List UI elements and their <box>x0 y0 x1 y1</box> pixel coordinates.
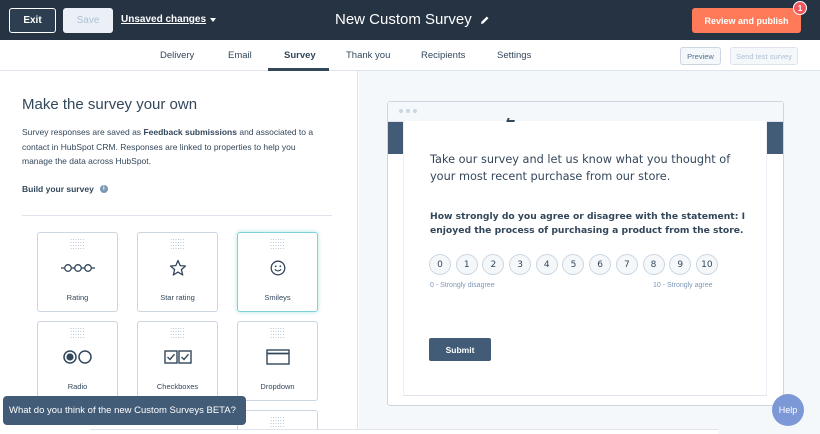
header-band-right <box>767 122 783 154</box>
caret-down-icon <box>210 17 217 22</box>
review-and-publish-button[interactable]: Review and publish <box>692 8 801 33</box>
question-card-dropdown[interactable]: :::::::::::: Dropdown <box>237 321 318 401</box>
scale-option-8[interactable]: 8 <box>642 254 665 275</box>
help-button[interactable]: Help <box>772 394 804 426</box>
beta-feedback-prompt[interactable]: What do you think of the new Custom Surv… <box>3 396 246 425</box>
bottom-panel-edge <box>90 429 718 434</box>
pencil-icon[interactable] <box>480 15 490 25</box>
editor-panel: Make the survey your own Survey response… <box>0 71 358 434</box>
unsaved-changes-dropdown[interactable]: Unsaved changes <box>121 14 217 25</box>
scale-option-10[interactable]: 10 <box>695 254 718 275</box>
browser-bar <box>388 102 783 122</box>
scale-option-3[interactable]: 3 <box>509 254 532 275</box>
unsaved-changes-label: Unsaved changes <box>121 14 207 25</box>
submit-button[interactable]: Submit <box>429 338 491 361</box>
card-label: Rating <box>66 293 89 302</box>
info-icon[interactable]: i <box>99 185 108 193</box>
drag-handle-icon[interactable]: :::::::::::: <box>38 327 117 340</box>
tab-recipients[interactable]: Recipients <box>421 50 465 61</box>
rating-scale: 0 1 2 3 4 5 6 7 8 9 10 <box>429 254 718 275</box>
scale-option-7[interactable]: 7 <box>615 254 638 275</box>
header-band-left <box>388 122 404 154</box>
drag-handle-icon[interactable]: :::::::::::: <box>238 327 317 340</box>
scale-low-label: 0 - Strongly disagree <box>430 282 495 289</box>
drag-handle-icon[interactable]: :::::::::::: <box>138 238 217 251</box>
panel-heading: Make the survey your own <box>22 96 198 113</box>
description-part-1: Survey responses are saved as <box>22 127 144 137</box>
scale-option-0[interactable]: 0 <box>429 254 451 275</box>
drag-handle-icon[interactable]: :::::::::::: <box>38 238 117 251</box>
survey-question: How strongly do you agree or disagree wi… <box>430 211 745 236</box>
scale-high-label: 10 - Strongly agree <box>653 282 713 289</box>
panel-description: Survey responses are saved as Feedback s… <box>22 125 322 169</box>
question-card-star-rating[interactable]: :::::::::::: Star rating <box>137 232 218 312</box>
scale-option-6[interactable]: 6 <box>589 254 612 275</box>
build-survey-text: Build your survey <box>22 184 94 194</box>
top-bar: Exit Save Unsaved changes New Custom Sur… <box>0 0 820 40</box>
question-card-rating[interactable]: :::::::::::: Rating <box>37 232 118 312</box>
scale-option-2[interactable]: 2 <box>482 254 505 275</box>
card-label: Star rating <box>160 293 195 302</box>
smiley-icon <box>238 257 317 279</box>
checkbox-icon <box>138 346 217 368</box>
rating-scale-icon <box>38 257 117 279</box>
card-label: Smileys <box>264 293 291 302</box>
scale-option-1[interactable]: 1 <box>455 254 478 275</box>
build-survey-label: Build your survey i <box>22 184 108 194</box>
tab-email[interactable]: Email <box>228 50 252 61</box>
description-bold: Feedback submissions <box>143 127 237 137</box>
radio-icon <box>38 346 117 368</box>
tab-delivery[interactable]: Delivery <box>160 50 194 61</box>
tab-survey[interactable]: Survey <box>284 50 316 61</box>
drag-handle-icon[interactable]: :::::::::::: <box>238 416 317 429</box>
question-card-radio[interactable]: :::::::::::: Radio <box>37 321 118 401</box>
notification-badge: 1 <box>793 1 807 15</box>
star-icon <box>138 257 217 279</box>
card-label: Checkboxes <box>156 382 199 391</box>
survey-intro: Take our survey and let us know what you… <box>430 153 731 183</box>
question-card-checkboxes[interactable]: :::::::::::: Checkboxes <box>137 321 218 401</box>
clipped-text-fragment <box>506 118 516 122</box>
scale-option-9[interactable]: 9 <box>669 254 692 275</box>
save-button[interactable]: Save <box>63 8 113 33</box>
card-label: Radio <box>67 382 88 391</box>
question-card-smileys[interactable]: :::::::::::: Smileys <box>237 232 318 312</box>
drag-handle-icon[interactable]: :::::::::::: <box>138 327 217 340</box>
window-dots-icon <box>399 109 417 113</box>
survey-title[interactable]: New Custom Survey <box>335 11 490 28</box>
card-label: Dropdown <box>260 382 295 391</box>
survey-title-text: New Custom Survey <box>335 11 472 28</box>
exit-button[interactable]: Exit <box>9 8 56 33</box>
dropdown-icon <box>238 346 317 368</box>
survey-preview-card: Take our survey and let us know what you… <box>403 118 767 396</box>
tab-settings[interactable]: Settings <box>497 50 531 61</box>
divider <box>22 215 332 216</box>
scale-option-5[interactable]: 5 <box>562 254 585 275</box>
tab-thank-you[interactable]: Thank you <box>346 50 390 61</box>
drag-handle-icon[interactable]: :::::::::::: <box>238 238 317 251</box>
scale-option-4[interactable]: 4 <box>535 254 558 275</box>
send-test-survey-button[interactable]: Send test survey <box>730 47 798 65</box>
preview-button[interactable]: Preview <box>680 47 721 65</box>
